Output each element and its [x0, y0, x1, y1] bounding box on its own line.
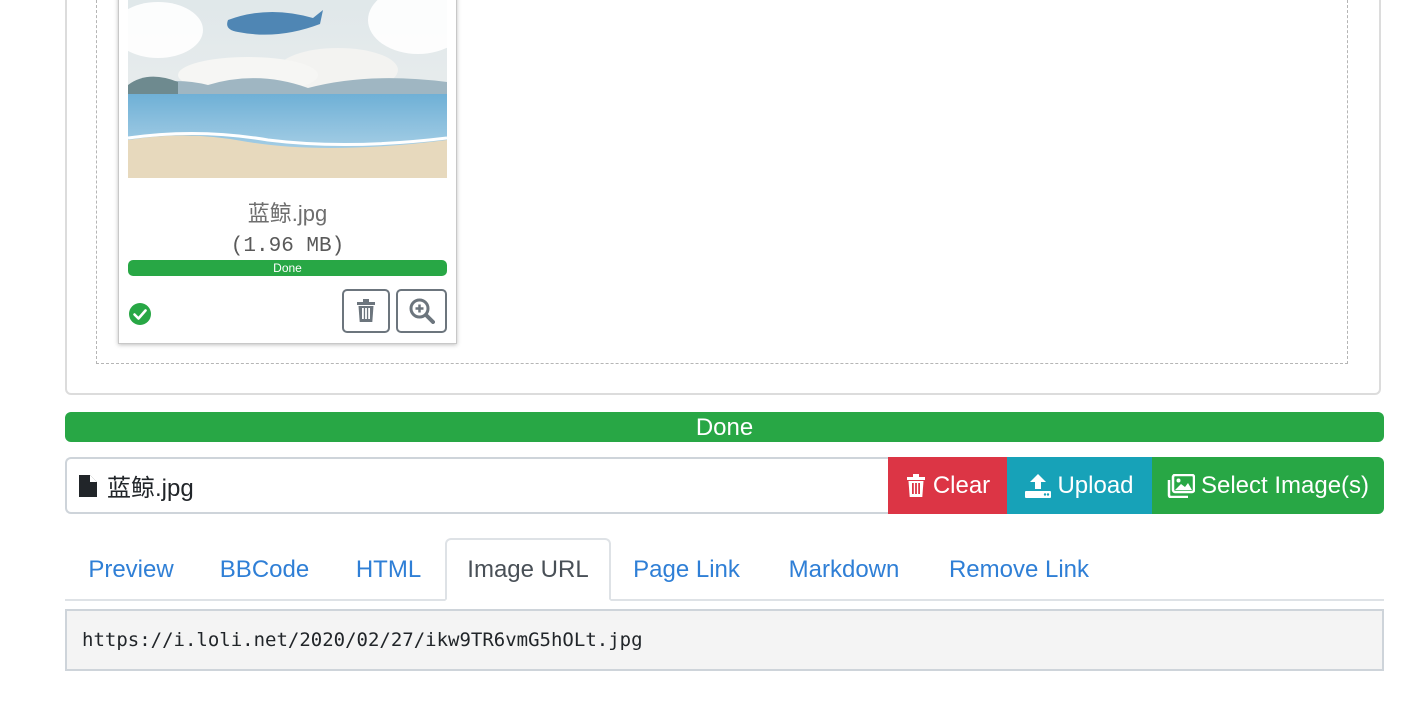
upload-progress-label: Done — [65, 412, 1384, 442]
tab-image-url[interactable]: Image URL — [445, 538, 611, 601]
preview-image — [128, 0, 447, 178]
check-circle-icon — [129, 303, 151, 325]
trash-icon — [357, 299, 375, 322]
preview-file-size: (1.96 MB) — [230, 235, 345, 258]
tab-html[interactable]: HTML — [332, 538, 445, 601]
file-caption-text: 蓝鲸.jpg — [107, 475, 194, 502]
tab-remove-link[interactable]: Remove Link — [926, 538, 1112, 601]
image-url-text[interactable]: https://i.loli.net/2020/02/27/ikw9TR6vmG… — [82, 629, 643, 651]
file-icon — [79, 474, 97, 497]
file-caption-field[interactable]: 蓝鲸.jpg — [65, 457, 888, 514]
zoom-in-icon — [409, 298, 435, 324]
images-icon — [1167, 473, 1195, 498]
clear-button[interactable]: Clear — [888, 457, 1007, 514]
upload-progress-bar: Done — [65, 412, 1384, 442]
tab-page-link[interactable]: Page Link — [611, 538, 762, 601]
clear-button-label: Clear — [932, 471, 991, 499]
zoom-preview-button[interactable] — [396, 289, 447, 333]
select-images-button-label: Select Image(s) — [1200, 471, 1370, 499]
remove-file-button[interactable] — [342, 289, 390, 333]
tab-markdown[interactable]: Markdown — [762, 538, 926, 601]
preview-file-name: 蓝鲸.jpg — [247, 201, 328, 226]
select-images-button[interactable]: Select Image(s) — [1152, 457, 1384, 514]
tab-bbcode[interactable]: BBCode — [197, 538, 332, 601]
preview-progress-bar: Done — [128, 260, 447, 276]
trash-icon — [906, 473, 925, 497]
upload-button-label: Upload — [1057, 471, 1134, 499]
preview-progress-label: Done — [128, 260, 447, 276]
image-url-output[interactable]: https://i.loli.net/2020/02/27/ikw9TR6vmG… — [65, 609, 1384, 671]
upload-icon — [1025, 473, 1052, 498]
upload-button[interactable]: Upload — [1007, 457, 1152, 514]
tab-preview[interactable]: Preview — [65, 538, 197, 601]
